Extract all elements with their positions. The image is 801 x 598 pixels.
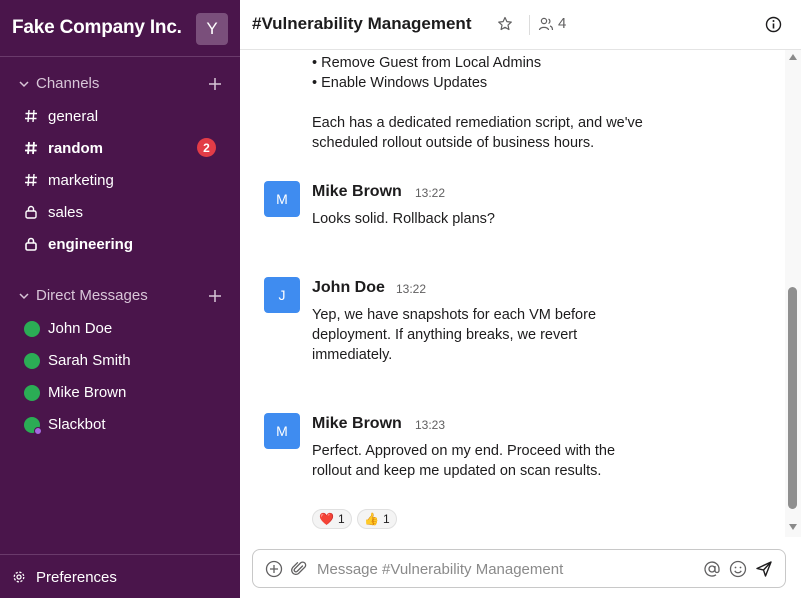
message-text: scheduled rollout outside of business ho… xyxy=(312,135,595,151)
message-composer xyxy=(252,549,786,588)
reaction-count: 1 xyxy=(337,512,345,526)
chevron-down-icon[interactable] xyxy=(18,290,30,302)
chevron-down-icon[interactable] xyxy=(18,78,30,90)
channel-header: #Vulnerability Management 4 xyxy=(240,0,801,50)
sidebar-item-john-doe[interactable]: John Doe xyxy=(0,314,240,342)
avatar[interactable]: J xyxy=(264,277,300,313)
sidebar-item-sarah-smith[interactable]: Sarah Smith xyxy=(0,346,240,374)
sidebar-item-marketing[interactable]: marketing xyxy=(0,166,240,194)
channels-label: Channels xyxy=(36,75,100,92)
add-dm-icon[interactable] xyxy=(208,289,222,303)
hash-icon xyxy=(25,141,37,155)
bot-status-icon xyxy=(34,427,42,435)
dm-label: Mike Brown xyxy=(48,384,127,401)
message-text: Each has a dedicated remediation script,… xyxy=(312,115,643,131)
sidebar-item-engineering[interactable]: engineering xyxy=(0,230,240,258)
dm-label: John Doe xyxy=(48,320,113,337)
mention-icon[interactable] xyxy=(703,560,721,578)
sidebar-item-slackbot[interactable]: Slackbot xyxy=(0,410,240,438)
members-icon[interactable] xyxy=(538,16,554,32)
message-text: • Enable Windows Updates xyxy=(312,75,488,91)
avatar[interactable]: M xyxy=(264,413,300,449)
header-divider xyxy=(529,15,530,35)
sidebar-item-mike-brown[interactable]: Mike Brown xyxy=(0,378,240,406)
emoji-icon[interactable] xyxy=(729,560,747,578)
message-list[interactable]: • Remove Guest from Local Admins • Enabl… xyxy=(240,50,785,537)
paperclip-icon[interactable] xyxy=(290,560,308,578)
channel-label: general xyxy=(48,108,99,125)
message-input[interactable] xyxy=(317,558,697,580)
dm-label: Sarah Smith xyxy=(48,352,131,369)
message-author[interactable]: Mike Brown xyxy=(312,183,402,201)
workspace-avatar[interactable]: Y xyxy=(196,13,228,45)
add-circle-icon[interactable] xyxy=(265,560,283,578)
dm-label: Direct Messages xyxy=(36,287,148,304)
message-text: immediately. xyxy=(312,347,393,363)
sidebar-item-sales[interactable]: sales xyxy=(0,198,240,226)
thumbs-up-emoji-icon: 👍 xyxy=(364,512,379,526)
scrollbar[interactable] xyxy=(785,50,801,537)
hash-icon xyxy=(25,109,37,123)
add-channel-icon[interactable] xyxy=(208,77,222,91)
channels-section-header[interactable]: Channels xyxy=(0,72,240,96)
message-author[interactable]: Mike Brown xyxy=(312,415,402,433)
message-text: Perfect. Approved on my end. Proceed wit… xyxy=(312,443,616,459)
message-text: • Remove Guest from Local Admins xyxy=(312,55,542,71)
preferences-button[interactable]: Preferences xyxy=(0,554,240,598)
hash-icon xyxy=(25,173,37,187)
scroll-up-arrow-icon[interactable] xyxy=(789,54,797,60)
sidebar-item-random[interactable]: random 2 xyxy=(0,134,240,162)
avatar[interactable]: M xyxy=(264,181,300,217)
reaction-count: 1 xyxy=(382,512,390,526)
heart-emoji-icon: ❤️ xyxy=(319,512,334,526)
workspace-name[interactable]: Fake Company Inc. xyxy=(12,17,182,39)
star-icon[interactable] xyxy=(497,16,513,32)
reaction-thumbs-up[interactable]: 👍 1 xyxy=(357,509,397,529)
message-timestamp[interactable]: 13:22 xyxy=(415,186,445,200)
presence-online-icon xyxy=(24,321,40,337)
message-text: Looks solid. Rollback plans? xyxy=(312,211,495,227)
scroll-down-arrow-icon[interactable] xyxy=(789,524,797,530)
dm-section-header[interactable]: Direct Messages xyxy=(0,284,240,308)
send-icon[interactable] xyxy=(755,560,773,578)
lock-icon xyxy=(25,237,37,251)
message-text: rollout and keep me updated on scan resu… xyxy=(312,463,602,479)
channel-label: random xyxy=(48,140,104,157)
message-timestamp[interactable]: 13:22 xyxy=(396,282,426,296)
message-text: Yep, we have snapshots for each VM befor… xyxy=(312,307,597,323)
presence-online-icon xyxy=(24,353,40,369)
channel-label: sales xyxy=(48,204,84,221)
workspace-header[interactable]: Fake Company Inc. Y xyxy=(0,0,240,57)
channel-label: marketing xyxy=(48,172,114,189)
message-author[interactable]: John Doe xyxy=(312,279,385,297)
channel-title[interactable]: #Vulnerability Management xyxy=(252,14,471,34)
channel-label: engineering xyxy=(48,236,134,253)
sidebar: Fake Company Inc. Y Channels general ran… xyxy=(0,0,240,598)
sidebar-item-general[interactable]: general xyxy=(0,102,240,130)
info-icon[interactable] xyxy=(765,16,782,33)
message-text: deployment. If anything breaks, we rever… xyxy=(312,327,578,343)
dm-label: Slackbot xyxy=(48,416,106,433)
message-timestamp[interactable]: 13:23 xyxy=(415,418,445,432)
unread-badge: 2 xyxy=(197,138,216,157)
reaction-heart[interactable]: ❤️ 1 xyxy=(312,509,352,529)
scrollbar-thumb[interactable] xyxy=(788,287,797,509)
presence-online-icon xyxy=(24,385,40,401)
lock-icon xyxy=(25,205,37,219)
member-count[interactable]: 4 xyxy=(558,15,566,32)
gear-icon xyxy=(13,571,25,583)
preferences-label: Preferences xyxy=(36,569,117,586)
